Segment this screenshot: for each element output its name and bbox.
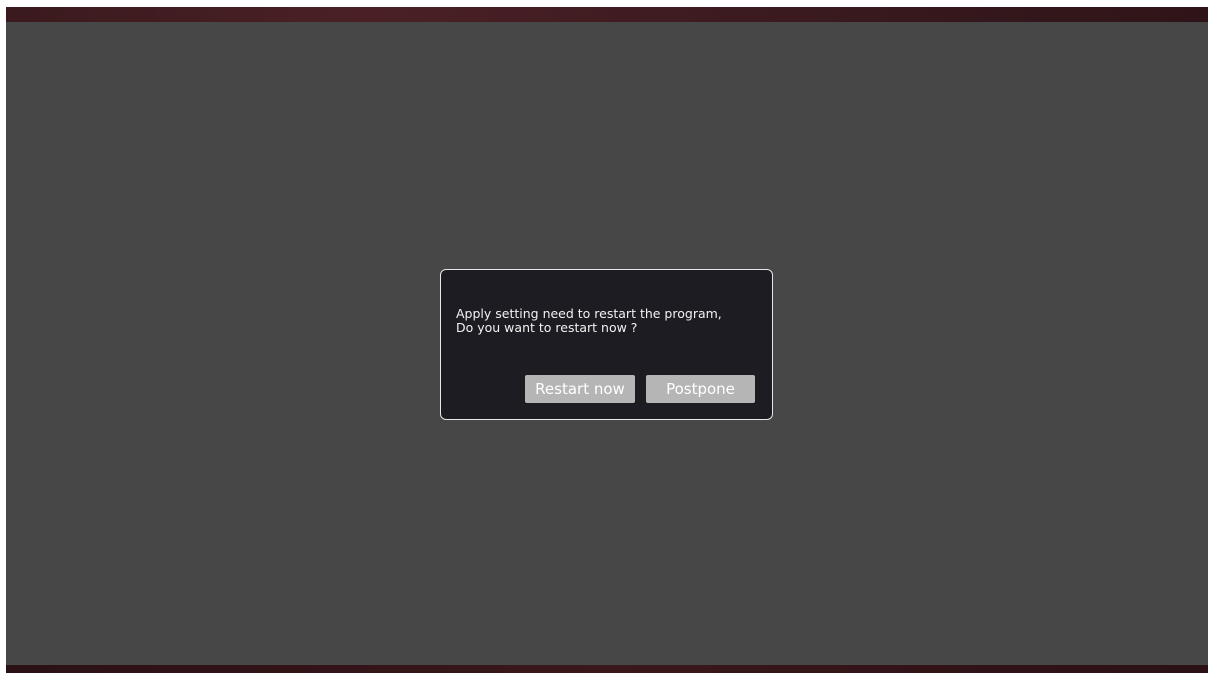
background-bottom-strip	[6, 665, 1208, 673]
background-top-strip	[6, 7, 1208, 22]
tv-screen: Apply setting need to restart the progra…	[6, 7, 1208, 673]
restart-dialog: Apply setting need to restart the progra…	[440, 269, 773, 420]
dialog-message: Apply setting need to restart the progra…	[456, 307, 766, 335]
postpone-button[interactable]: Postpone	[646, 375, 755, 403]
dialog-message-line2: Do you want to restart now ?	[456, 320, 638, 335]
dialog-message-line1: Apply setting need to restart the progra…	[456, 306, 722, 321]
restart-now-button[interactable]: Restart now	[525, 375, 635, 403]
